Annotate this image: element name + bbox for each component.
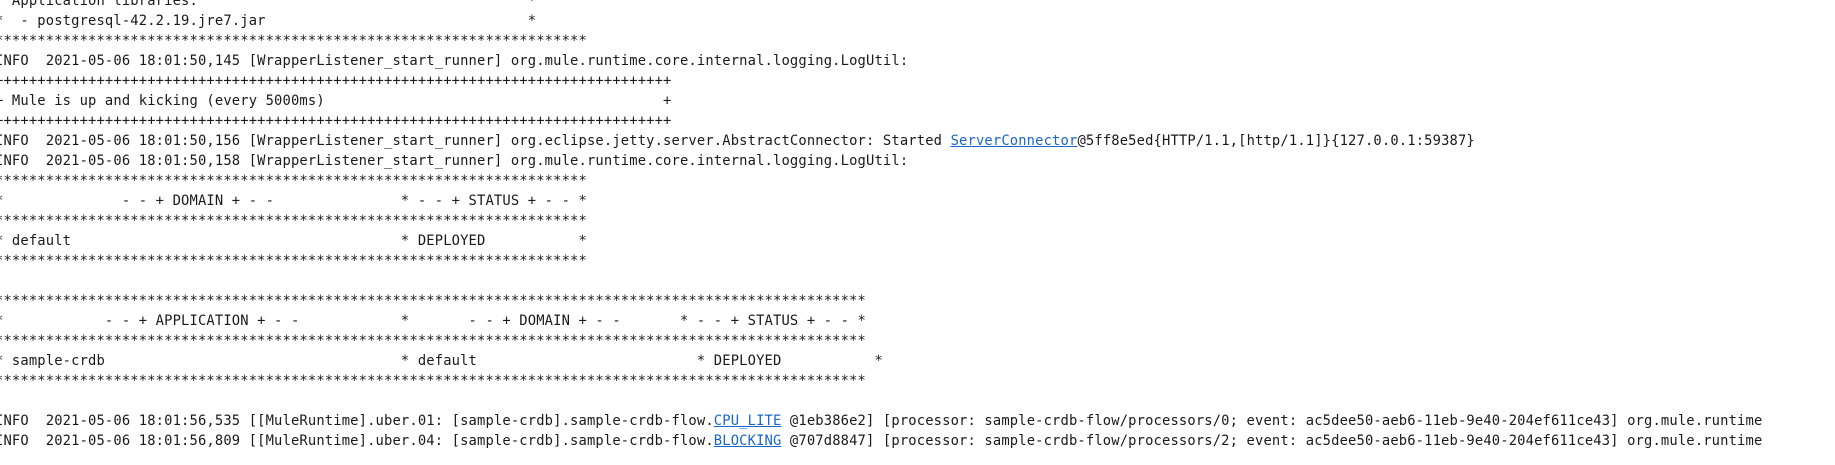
log-line: INFO 2021-05-06 18:01:56,809 [[MuleRunti… xyxy=(0,431,1762,451)
log-line: ****************************************… xyxy=(0,33,587,49)
log-link[interactable]: ServerConnector xyxy=(951,133,1078,149)
log-text: INFO 2021-05-06 18:01:56,809 [[MuleRunti… xyxy=(0,433,714,449)
log-text: @1eb386e2] [processor: sample-crdb-flow/… xyxy=(781,413,1763,429)
log-line: + Mule is up and kicking (every 5000ms) … xyxy=(0,93,672,109)
log-line: INFO 2021-05-06 18:01:50,145 [WrapperLis… xyxy=(0,53,909,69)
log-line: * - - + DOMAIN + - - * - - + STATUS + - … xyxy=(0,193,587,209)
log-line: ****************************************… xyxy=(0,213,587,229)
log-line: ****************************************… xyxy=(0,253,587,269)
log-text: @707d8847] [processor: sample-crdb-flow/… xyxy=(781,433,1763,449)
log-text: INFO 2021-05-06 18:01:50,156 [WrapperLis… xyxy=(0,133,951,149)
log-text: @5ff8e5ed{HTTP/1.1,[http/1.1]}{127.0.0.1… xyxy=(1077,133,1475,149)
log-line: INFO 2021-05-06 18:01:56,535 [[MuleRunti… xyxy=(0,411,1762,431)
log-line: * sample-crdb * default * DEPLOYED * xyxy=(0,353,883,369)
console-output: * Application libraries: * * - postgresql… xyxy=(0,0,1762,451)
log-line: INFO 2021-05-06 18:01:50,156 [WrapperLis… xyxy=(0,131,1762,151)
log-link[interactable]: CPU_LITE xyxy=(714,413,782,429)
log-line: ****************************************… xyxy=(0,173,587,189)
log-line: ****************************************… xyxy=(0,333,867,349)
log-line: * - postgresql-42.2.19.jre7.jar * xyxy=(0,13,537,29)
log-text: INFO 2021-05-06 18:01:56,535 [[MuleRunti… xyxy=(0,413,714,429)
log-line: ++++++++++++++++++++++++++++++++++++++++… xyxy=(0,73,672,89)
log-link[interactable]: BLOCKING xyxy=(714,433,782,449)
log-line: INFO 2021-05-06 18:01:50,158 [WrapperLis… xyxy=(0,153,909,169)
log-line: * Application libraries: * xyxy=(0,0,537,9)
log-line: ****************************************… xyxy=(0,293,867,309)
log-line: ++++++++++++++++++++++++++++++++++++++++… xyxy=(0,113,672,129)
log-line: ****************************************… xyxy=(0,373,867,389)
log-line: * - - + APPLICATION + - - * - - + DOMAIN… xyxy=(0,313,867,329)
log-line: * default * DEPLOYED * xyxy=(0,233,587,249)
